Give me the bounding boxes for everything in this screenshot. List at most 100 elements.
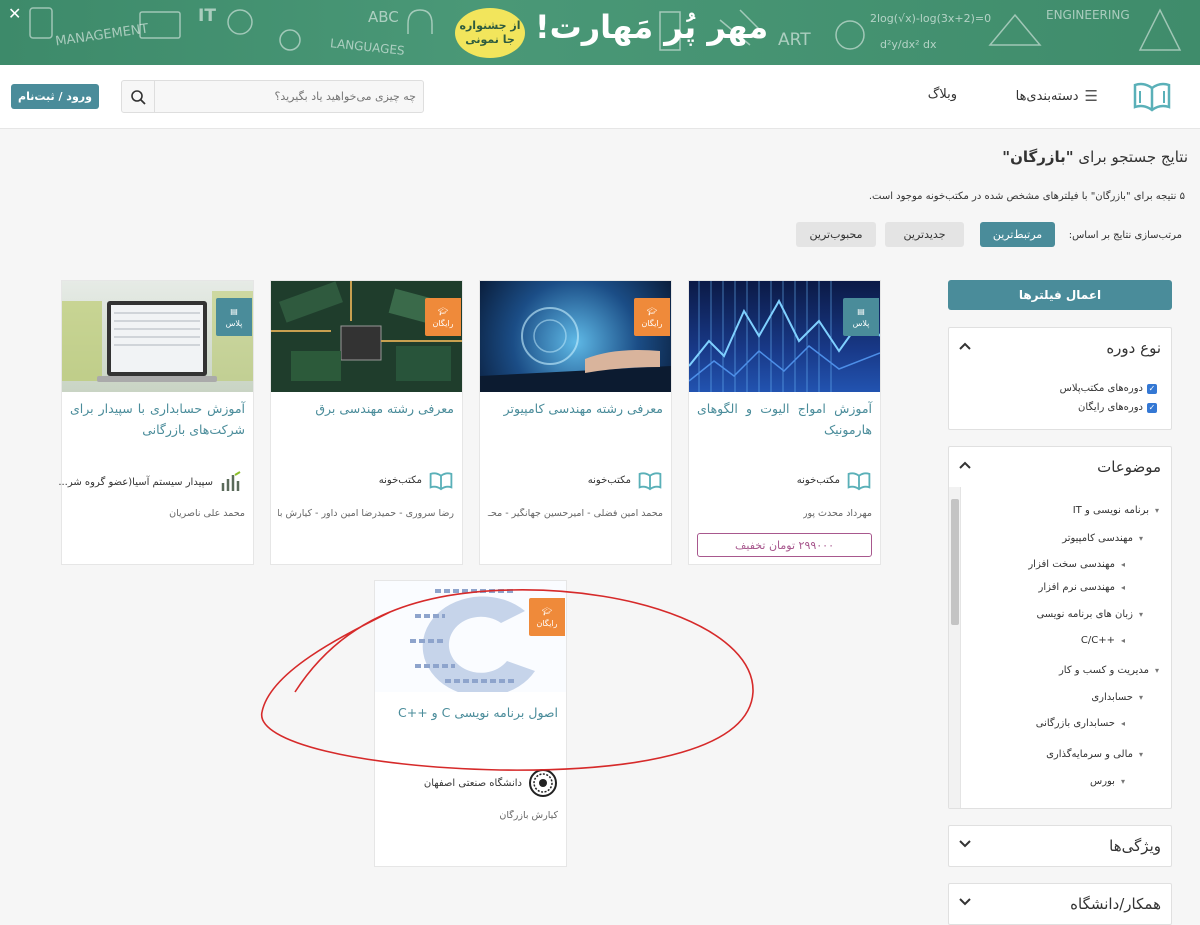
- checkbox-checked-icon[interactable]: ✓: [1147, 402, 1157, 413]
- filter-free-label: دوره‌های رایگان: [1078, 402, 1143, 413]
- topic-item-label: مالی و سرمایه‌گذاری: [1046, 749, 1133, 760]
- topic-item[interactable]: ▾حسابداری: [1091, 692, 1143, 703]
- course-card[interactable]: 🎓︎ رایگان معرفی رشته مهندسی کامپیوتر مکتب…: [479, 280, 672, 565]
- course-title[interactable]: اصول برنامه نویسی C و ++C: [383, 703, 558, 724]
- topic-item[interactable]: ▾بورس: [1090, 776, 1125, 787]
- sort-relevant-button[interactable]: مرتبط‌ترین: [980, 222, 1055, 247]
- course-instructors: محمد علی ناصریان: [169, 508, 245, 519]
- course-org-name: سپیدار سیستم آسیا(عضو گروه شر...: [58, 476, 213, 488]
- topic-item-label: مهندسی نرم افزار: [1038, 582, 1115, 593]
- filter-free-courses[interactable]: ✓ دوره‌های رایگان: [1078, 402, 1157, 413]
- scrollbar-thumb[interactable]: [951, 499, 959, 625]
- topic-item[interactable]: ▾زبان های برنامه نویسی: [1036, 609, 1143, 620]
- maktabkhooneh-logo-icon: [638, 472, 662, 491]
- nav-blog[interactable]: وبلاگ: [928, 87, 957, 102]
- certificate-icon: ▤: [230, 306, 238, 316]
- graduation-cap-icon: 🎓︎: [437, 306, 449, 316]
- search-button[interactable]: [122, 81, 155, 112]
- filter-topics-title: موضوعات: [1097, 458, 1161, 476]
- course-title[interactable]: معرفی رشته مهندسی کامپیوتر: [488, 399, 663, 420]
- topic-item-label: مهندسی سخت افزار: [1028, 559, 1115, 570]
- search-icon: [131, 89, 146, 105]
- topic-item[interactable]: ◂حسابداری بازرگانی: [1036, 718, 1125, 729]
- search-input[interactable]: [156, 81, 422, 112]
- course-org-name: مکتب‌خونه: [378, 474, 422, 486]
- course-title[interactable]: آموزش امواج الیوت و الگوهای هارمونیک: [697, 399, 872, 440]
- sort-label: مرتب‌سازی نتایج بر اساس:: [1068, 230, 1182, 241]
- discount-price[interactable]: ۲۹۹۰۰۰ تومان تخفیف: [697, 533, 872, 557]
- site-header: ☰ دسته‌بندی‌ها وبلاگ ورود / ثبت‌نام: [0, 65, 1200, 129]
- nav-categories-label: دسته‌بندی‌ها: [1015, 88, 1079, 104]
- topic-item-label: مهندسی کامپیوتر: [1062, 533, 1133, 544]
- topics-scrollbar[interactable]: [949, 487, 961, 808]
- maktabkhooneh-logo-icon[interactable]: [1133, 77, 1171, 113]
- course-org: دانشگاه صنعتی اصفهان: [424, 768, 558, 798]
- filter-topics-header[interactable]: موضوعات: [949, 447, 1171, 487]
- sort-popular-button[interactable]: محبوب‌ترین: [796, 222, 876, 247]
- sort-newest-button[interactable]: جدیدترین: [885, 222, 964, 247]
- free-badge: 🎓︎ رایگان: [529, 598, 565, 636]
- course-card[interactable]: 🎓︎ رایگان معرفی رشته مهندسی برق مکتب‌خونه…: [270, 280, 463, 565]
- topic-item-label: برنامه نویسی و IT: [1072, 505, 1149, 516]
- sepidar-logo-icon: [221, 471, 241, 491]
- chevron-down-icon: [959, 840, 971, 848]
- plus-badge-label: پلاس: [225, 318, 243, 328]
- course-instructors: کیارش بازرگان: [499, 810, 558, 821]
- checkbox-checked-icon[interactable]: ✓: [1147, 383, 1157, 394]
- filter-course-type-header[interactable]: نوع دوره: [949, 328, 1171, 368]
- svg-text:d²y/dx² dx: d²y/dx² dx: [880, 38, 937, 51]
- filter-partner[interactable]: همکار/دانشگاه: [948, 883, 1172, 925]
- topic-item[interactable]: ▾مالی و سرمایه‌گذاری: [1046, 749, 1143, 760]
- nav-categories[interactable]: ☰ دسته‌بندی‌ها: [1016, 87, 1098, 105]
- course-instructors: محمد امین فضلی - امیرحسین جهانگیر - محـ.…: [487, 508, 663, 519]
- topic-item[interactable]: ▾مهندسی کامپیوتر: [1062, 533, 1143, 544]
- free-badge-label: رایگان: [536, 618, 558, 628]
- page-title-prefix: نتایج جستجو برای: [1073, 148, 1188, 166]
- free-badge: 🎓︎ رایگان: [634, 298, 670, 336]
- course-card[interactable]: ▤ پلاس آموزش امواج الیوت و الگوهای هارمون…: [688, 280, 881, 565]
- page-title: نتایج جستجو برای "بازرگان": [1002, 148, 1188, 166]
- graduation-cap-icon: 🎓︎: [646, 306, 658, 316]
- chevron-down-icon: [959, 898, 971, 906]
- filter-plus-courses[interactable]: ✓ دوره‌های مکتب‌پلاس: [1060, 383, 1157, 394]
- results-count: ۵ نتیجه برای "بازرگان" با فیلترهای مشخص …: [868, 191, 1185, 202]
- course-org: مکتب‌خونه: [379, 469, 454, 491]
- topic-item-label: زبان های برنامه نویسی: [1036, 609, 1133, 620]
- login-button[interactable]: ورود / ثبت‌نام: [11, 84, 99, 109]
- filter-features[interactable]: ویژگی‌ها: [948, 825, 1172, 867]
- course-card[interactable]: 🎓︎ رایگان اصول برنامه نویسی C و ++C دانشگ…: [374, 580, 567, 867]
- course-title[interactable]: آموزش حسابداری با سپیدار برای شرکت‌های ب…: [70, 399, 245, 440]
- filter-plus-label: دوره‌های مکتب‌پلاس: [1059, 383, 1143, 394]
- free-badge-label: رایگان: [432, 318, 454, 328]
- course-card[interactable]: ▤ پلاس آموزش حسابداری با سپیدار برای شرکت…: [58, 280, 254, 565]
- maktabkhooneh-logo-icon: [847, 472, 871, 491]
- search-bar: [121, 80, 424, 113]
- isfahan-university-logo-icon: [529, 769, 557, 797]
- svg-text:2log(√x)-log(3x+2)=0: 2log(√x)-log(3x+2)=0: [870, 12, 991, 25]
- topic-item-label: C/C++: [1080, 635, 1115, 646]
- topic-item-label: حسابداری بازرگانی: [1035, 718, 1115, 729]
- filter-features-title: ویژگی‌ها: [1109, 837, 1161, 855]
- plus-badge: ▤ پلاس: [843, 298, 879, 336]
- topic-item-label: بورس: [1089, 776, 1115, 787]
- topic-item[interactable]: ▾برنامه نویسی و IT: [1073, 505, 1159, 516]
- filter-topics: موضوعات ▾برنامه نویسی و IT ▾مهندسی کامپی…: [948, 446, 1172, 809]
- course-org-name: دانشگاه صنعتی اصفهان: [423, 777, 522, 789]
- course-title[interactable]: معرفی رشته مهندسی برق: [279, 399, 454, 420]
- certificate-icon: ▤: [857, 306, 865, 316]
- promo-banner[interactable]: ✕ MANAGEMENT IT ABC LANGUAGES ART ENGINE…: [0, 0, 1200, 65]
- topic-item[interactable]: ◂C/C++: [1081, 635, 1125, 646]
- topic-item[interactable]: ◂مهندسی نرم افزار: [1039, 582, 1126, 593]
- free-badge: 🎓︎ رایگان: [425, 298, 461, 336]
- free-badge-label: رایگان: [641, 318, 663, 328]
- page-title-query: "بازرگان": [1002, 148, 1074, 166]
- festival-badge: از جشنواره جا نمونی: [455, 8, 525, 58]
- plus-badge-label: پلاس: [852, 318, 870, 328]
- apply-filters-button[interactable]: اعمال فیلترها: [948, 280, 1172, 310]
- banner-headline: مهر پُر مَهارت!: [535, 8, 769, 46]
- chevron-up-icon: [959, 461, 971, 469]
- topic-item[interactable]: ▾مدیریت و کسب و کار: [1059, 665, 1159, 676]
- graduation-cap-icon: 🎓︎: [541, 606, 553, 616]
- topic-item[interactable]: ◂مهندسی سخت افزار: [1028, 559, 1125, 570]
- course-instructors: رضا سروری - حمیدرضا امین داور - کیارش با…: [278, 508, 454, 519]
